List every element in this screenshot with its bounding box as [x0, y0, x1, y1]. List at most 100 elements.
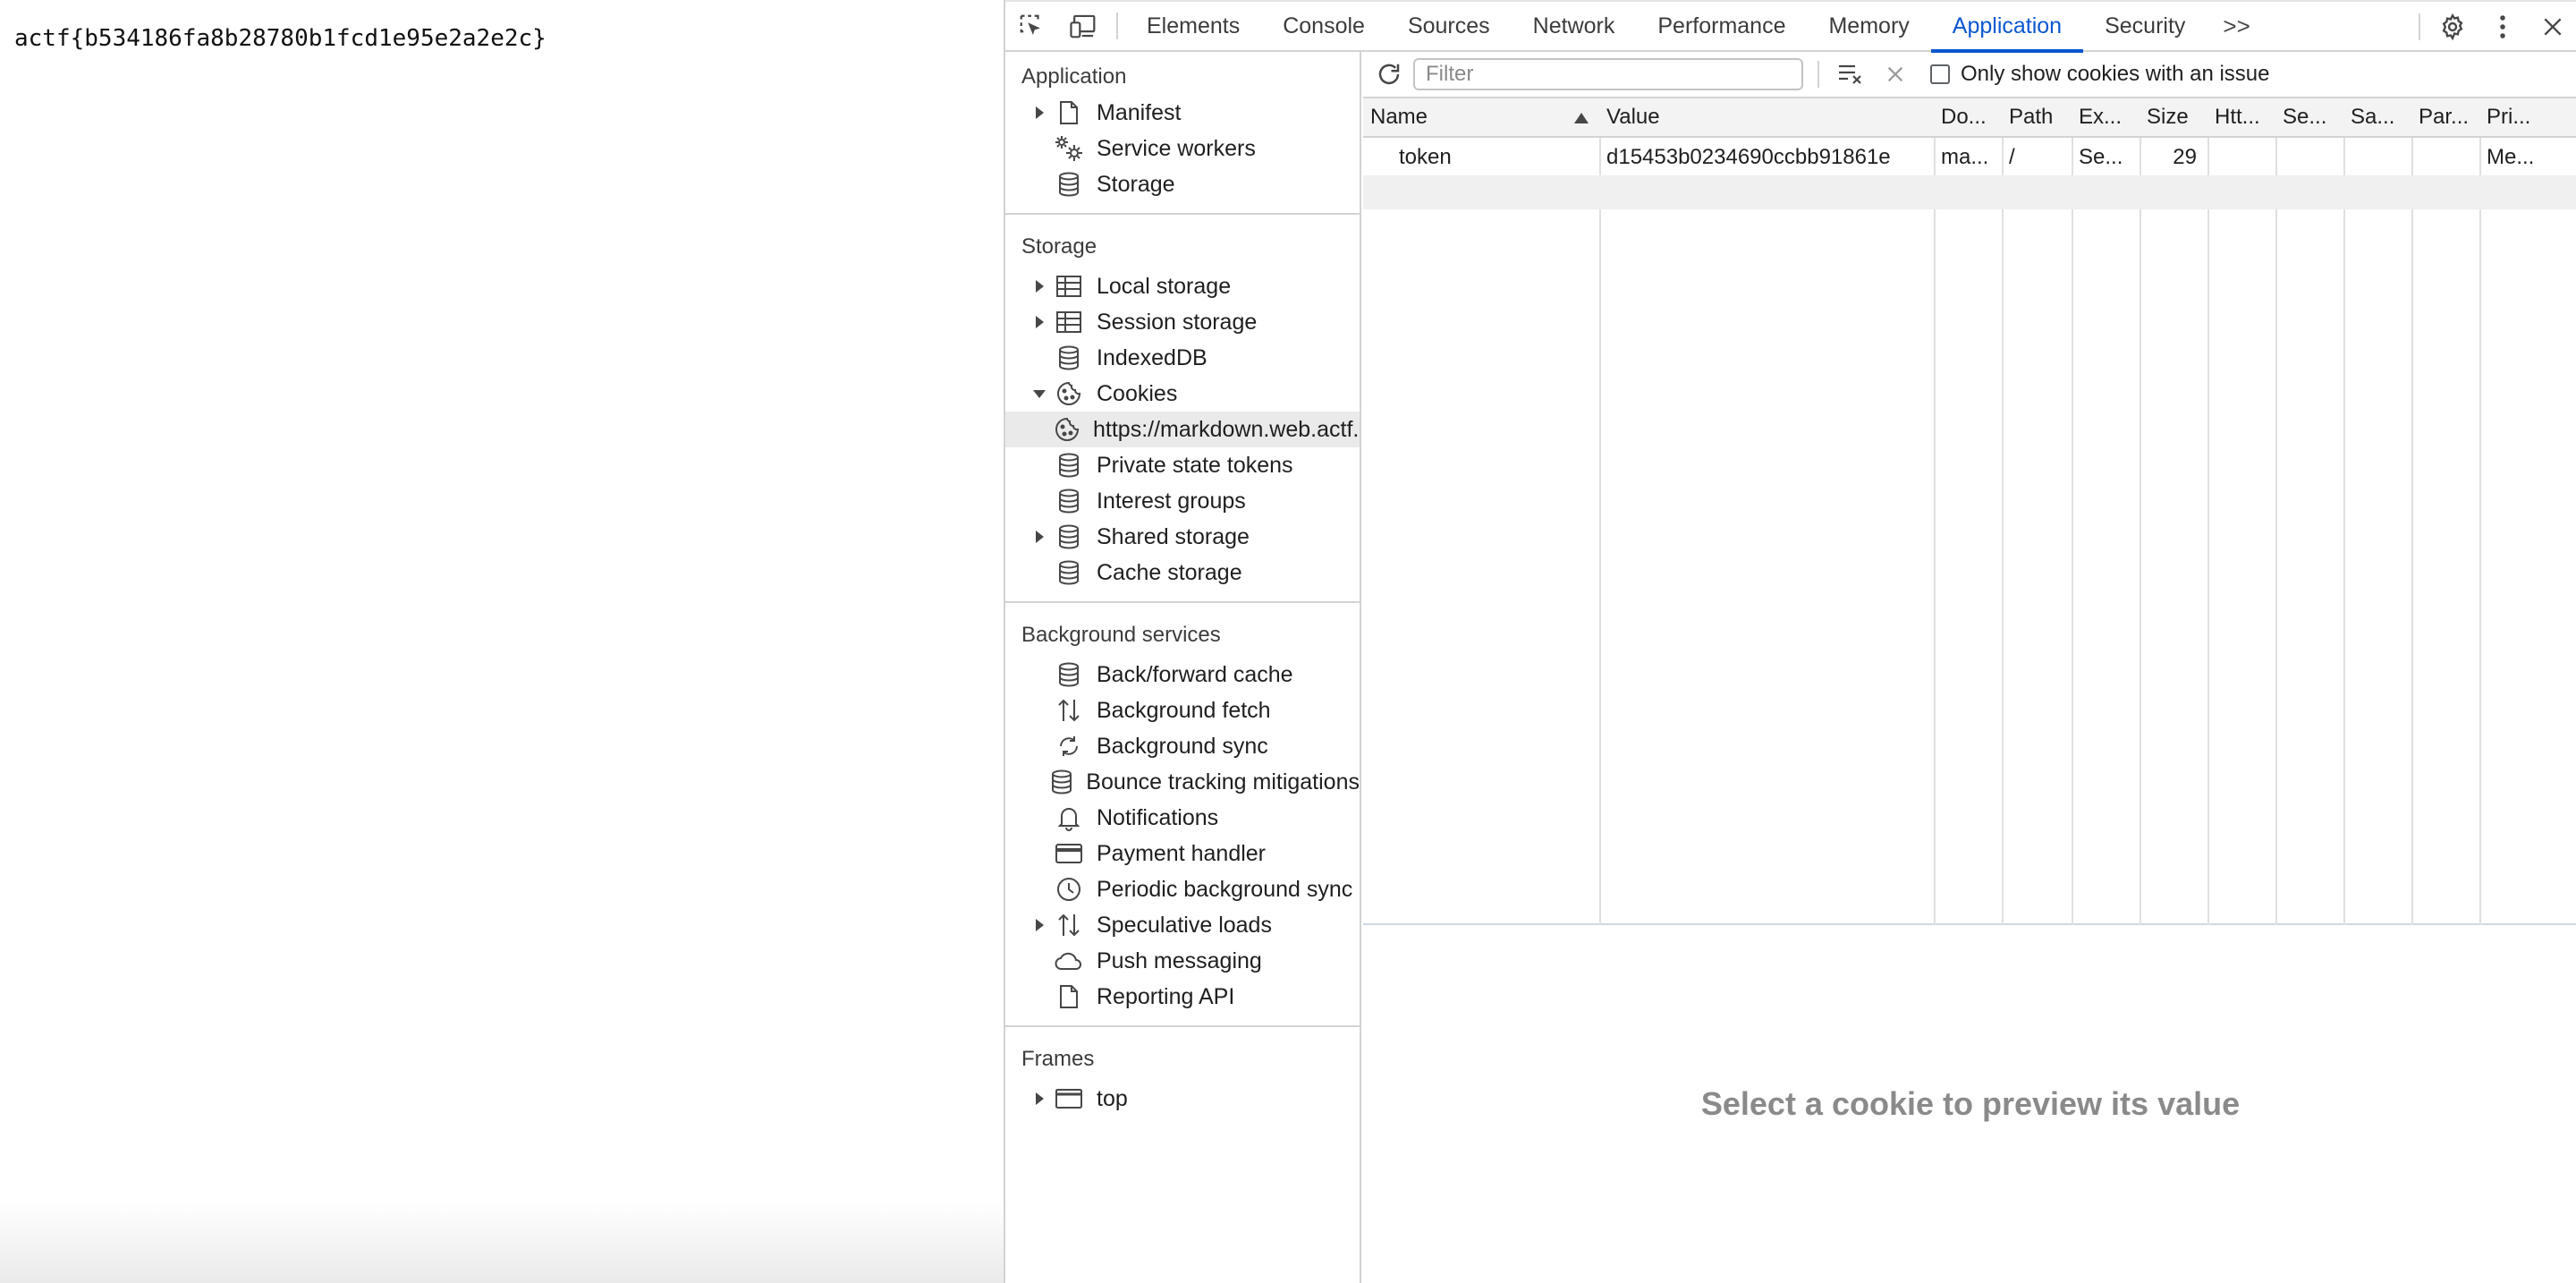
sidebar-item-local-storage[interactable]: Local storage: [1005, 268, 1360, 304]
column-divider: [1599, 98, 1601, 925]
expand-arrow-icon[interactable]: [1029, 279, 1050, 293]
database-icon: [1054, 486, 1084, 516]
sidebar-item-storage-overview[interactable]: Storage: [1005, 166, 1360, 202]
cookies-toolbar: Only show cookies with an issue: [1363, 52, 2576, 98]
empty-table-row: [1363, 175, 2576, 209]
expand-arrow-icon[interactable]: [1029, 106, 1050, 120]
sidebar-item-cookie-origin[interactable]: https://markdown.web.actf.co: [1005, 412, 1360, 447]
clear-all-cookies-icon[interactable]: [1828, 52, 1873, 97]
expand-arrow-icon[interactable]: [1029, 1092, 1050, 1106]
sidebar-item-cache-storage[interactable]: Cache storage: [1005, 555, 1360, 591]
sidebar-item-notifications[interactable]: Notifications: [1005, 800, 1360, 836]
column-header-value[interactable]: Value: [1599, 98, 1934, 136]
tab-security[interactable]: Security: [2083, 1, 2207, 51]
sidebar-item-label: Local storage: [1097, 273, 1232, 299]
refresh-icon[interactable]: [1367, 52, 1411, 97]
column-divider: [2002, 98, 2004, 925]
column-divider: [2275, 98, 2277, 925]
column-header-samesite[interactable]: Sa...: [2343, 98, 2411, 136]
expand-arrow-icon[interactable]: [1029, 918, 1050, 932]
sidebar-item-indexeddb[interactable]: IndexedDB: [1005, 340, 1360, 376]
cookies-table: Name Value Do... Path Ex... Size Htt... …: [1363, 98, 2576, 925]
collapse-arrow-icon[interactable]: [1029, 388, 1050, 399]
sidebar-item-interest-groups[interactable]: Interest groups: [1005, 483, 1360, 519]
sidebar-item-cookies[interactable]: Cookies: [1005, 376, 1360, 412]
kebab-menu-icon[interactable]: [2478, 2, 2528, 52]
tab-sources[interactable]: Sources: [1386, 1, 1512, 51]
application-sidebar: Application Manifest Service workers Sto…: [1005, 52, 1361, 1283]
tab-performance[interactable]: Performance: [1636, 1, 1807, 51]
more-tabs-button[interactable]: >>: [2207, 1, 2266, 51]
sidebar-item-private-state-tokens[interactable]: Private state tokens: [1005, 447, 1360, 483]
sidebar-item-label: Speculative loads: [1097, 912, 1272, 938]
table-icon: [1054, 307, 1084, 337]
sidebar-item-speculative-loads[interactable]: Speculative loads: [1005, 907, 1360, 943]
sidebar-item-bounce-tracking[interactable]: Bounce tracking mitigations: [1005, 764, 1360, 800]
sidebar-item-frame-top[interactable]: top: [1005, 1081, 1360, 1117]
sidebar-item-push-messaging[interactable]: Push messaging: [1005, 943, 1360, 979]
frame-window-icon: [1054, 1083, 1084, 1114]
sidebar-item-label: Reporting API: [1097, 983, 1235, 1009]
sidebar-item-label: Interest groups: [1097, 488, 1246, 514]
cookie-filter-input[interactable]: [1413, 58, 1803, 90]
database-icon: [1054, 169, 1084, 200]
section-title-frames: Frames: [1021, 1047, 1095, 1071]
column-header-expires[interactable]: Ex...: [2072, 98, 2140, 136]
bell-icon: [1054, 803, 1084, 833]
close-icon[interactable]: [2528, 2, 2576, 52]
sidebar-item-periodic-background-sync[interactable]: Periodic background sync: [1005, 871, 1360, 907]
tab-memory[interactable]: Memory: [1807, 1, 1930, 51]
page-flag-text: actf{b534186fa8b28780b1fcd1e95e2a2e2c}: [14, 25, 547, 52]
tab-elements[interactable]: Elements: [1125, 1, 1261, 51]
sidebar-item-back-forward-cache[interactable]: Back/forward cache: [1005, 657, 1360, 692]
column-divider: [2207, 98, 2209, 925]
sidebar-item-payment-handler[interactable]: Payment handler: [1005, 836, 1360, 871]
column-header-secure[interactable]: Se...: [2275, 98, 2343, 136]
column-header-label: Name: [1370, 105, 1428, 129]
table-row[interactable]: token d15453b0234690ccbb91861e ma... / S…: [1363, 140, 2576, 175]
tab-application[interactable]: Application: [1930, 1, 2084, 53]
column-header-size[interactable]: Size: [2140, 98, 2207, 136]
tabbar-separator: [1116, 13, 1118, 39]
column-header-httponly[interactable]: Htt...: [2207, 98, 2275, 136]
column-header-domain[interactable]: Do...: [1934, 98, 2002, 136]
tab-console[interactable]: Console: [1261, 1, 1386, 51]
sidebar-item-shared-storage[interactable]: Shared storage: [1005, 519, 1360, 555]
sidebar-item-background-sync[interactable]: Background sync: [1005, 728, 1360, 764]
clock-icon: [1054, 874, 1084, 905]
sidebar-item-label: IndexedDB: [1097, 344, 1208, 370]
only-issue-label: Only show cookies with an issue: [1961, 62, 2270, 86]
sidebar-item-session-storage[interactable]: Session storage: [1005, 304, 1360, 340]
sidebar-item-label: Bounce tracking mitigations: [1086, 769, 1360, 794]
inspect-element-icon[interactable]: [1005, 1, 1057, 51]
sidebar-item-service-workers[interactable]: Service workers: [1005, 131, 1360, 166]
column-header-priority[interactable]: Pri...: [2479, 98, 2576, 136]
cell-secure: [2275, 140, 2343, 175]
column-header-path[interactable]: Path: [2002, 98, 2072, 136]
tabbar-separator-right: [2419, 13, 2420, 40]
column-divider: [2140, 98, 2141, 925]
only-issue-checkbox[interactable]: [1930, 64, 1950, 84]
sidebar-item-background-fetch[interactable]: Background fetch: [1005, 692, 1360, 728]
toolbar-separator: [1818, 61, 1819, 88]
sidebar-item-label: Back/forward cache: [1097, 661, 1293, 687]
sidebar-item-reporting-api[interactable]: Reporting API: [1005, 979, 1360, 1015]
sidebar-item-manifest[interactable]: Manifest: [1005, 95, 1360, 131]
tab-network[interactable]: Network: [1512, 1, 1637, 51]
device-toolbar-icon[interactable]: [1057, 1, 1109, 51]
column-header-name[interactable]: Name: [1363, 98, 1599, 136]
database-icon: [1054, 659, 1084, 690]
cookie-preview-pane: Select a cookie to preview its value: [1363, 925, 2576, 1283]
sidebar-item-label: Service workers: [1097, 135, 1256, 161]
document-icon: [1054, 98, 1084, 128]
cell-name: token: [1399, 145, 1452, 169]
sidebar-item-label: Notifications: [1097, 804, 1219, 830]
expand-arrow-icon[interactable]: [1029, 315, 1050, 329]
column-header-partition-key[interactable]: Par...: [2411, 98, 2479, 136]
expand-arrow-icon[interactable]: [1029, 530, 1050, 544]
table-icon: [1054, 271, 1084, 302]
gear-icon[interactable]: [2428, 2, 2478, 52]
cell-expires: Se...: [2079, 145, 2123, 169]
column-divider: [1934, 98, 1936, 925]
delete-selected-icon[interactable]: [1873, 52, 1918, 97]
